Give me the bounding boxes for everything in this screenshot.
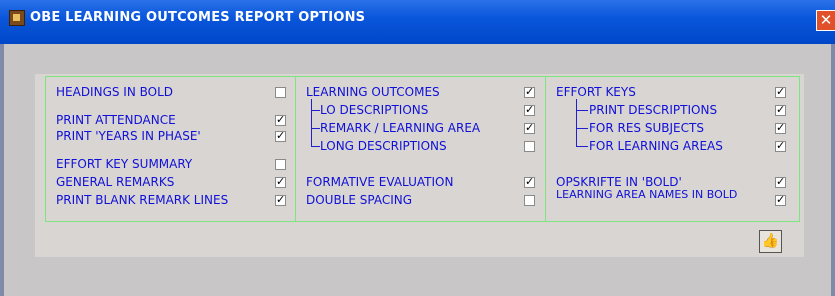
lo-descriptions-label: LO DESCRIPTIONS (320, 103, 429, 117)
print-descriptions-checkbox[interactable] (775, 103, 786, 116)
thumbs-up-icon: 👍 (761, 233, 780, 249)
title-bar: OBE LEARNING OUTCOMES REPORT OPTIONS ✕ (0, 0, 835, 44)
tree-connector (311, 110, 320, 111)
tree-connector (576, 110, 588, 111)
window-title: OBE LEARNING OUTCOMES REPORT OPTIONS (30, 10, 366, 25)
for-res-subjects-label: FOR RES SUBJECTS (589, 121, 704, 135)
close-button[interactable]: ✕ (816, 10, 835, 31)
tree-connector (576, 99, 577, 147)
close-icon: ✕ (819, 11, 833, 29)
effort-keys-checkbox[interactable] (775, 85, 786, 98)
effort-key-summary-checkbox[interactable] (275, 159, 286, 170)
print-years-in-phase-label: PRINT 'YEARS IN PHASE' (56, 129, 201, 143)
tree-connector (576, 128, 588, 129)
general-remarks-checkbox[interactable] (275, 175, 286, 188)
app-icon (9, 10, 25, 26)
print-attendance-label: PRINT ATTENDANCE (56, 113, 176, 127)
tree-connector (311, 99, 312, 147)
ok-button[interactable]: 👍 (759, 230, 782, 253)
print-attendance-checkbox[interactable] (275, 113, 286, 126)
headings-bold-checkbox[interactable] (275, 87, 286, 98)
learning-area-names-bold-label: LEARNING AREA NAMES IN BOLD (556, 188, 738, 201)
double-spacing-label: DOUBLE SPACING (306, 193, 413, 207)
print-years-in-phase-checkbox[interactable] (275, 129, 286, 142)
for-learning-areas-checkbox[interactable] (775, 139, 786, 152)
for-learning-areas-label: FOR LEARNING AREAS (589, 139, 723, 153)
remark-learning-area-checkbox[interactable] (524, 121, 535, 134)
formative-evaluation-label: FORMATIVE EVALUATION (306, 175, 454, 189)
long-descriptions-label: LONG DESCRIPTIONS (320, 139, 447, 153)
learning-outcomes-checkbox[interactable] (524, 85, 535, 98)
lo-descriptions-checkbox[interactable] (524, 103, 535, 116)
opskrifte-in-bold-checkbox[interactable] (775, 175, 786, 188)
for-res-subjects-checkbox[interactable] (775, 121, 786, 134)
effort-key-summary-label: EFFORT KEY SUMMARY (56, 157, 193, 171)
general-remarks-label: GENERAL REMARKS (56, 175, 175, 189)
tree-connector (311, 146, 320, 147)
column-divider (545, 76, 546, 222)
effort-keys-label: EFFORT KEYS (556, 85, 636, 99)
learning-area-names-bold-checkbox[interactable] (775, 193, 786, 206)
remark-learning-area-label: REMARK / LEARNING AREA (320, 121, 481, 135)
double-spacing-checkbox[interactable] (524, 195, 535, 206)
opskrifte-in-bold-label: OPSKRIFTE IN 'BOLD' (556, 175, 682, 189)
dialog-window: OBE LEARNING OUTCOMES REPORT OPTIONS ✕ H… (0, 0, 835, 296)
column-divider (295, 76, 296, 222)
tree-connector (311, 128, 320, 129)
print-descriptions-label: PRINT DESCRIPTIONS (589, 103, 718, 117)
long-descriptions-checkbox[interactable] (524, 141, 535, 152)
learning-outcomes-label: LEARNING OUTCOMES (306, 85, 440, 99)
headings-bold-label: HEADINGS IN BOLD (56, 85, 174, 99)
print-blank-remark-lines-label: PRINT BLANK REMARK LINES (56, 193, 229, 207)
tree-connector (576, 146, 588, 147)
print-blank-remark-lines-checkbox[interactable] (275, 193, 286, 206)
formative-evaluation-checkbox[interactable] (524, 175, 535, 188)
